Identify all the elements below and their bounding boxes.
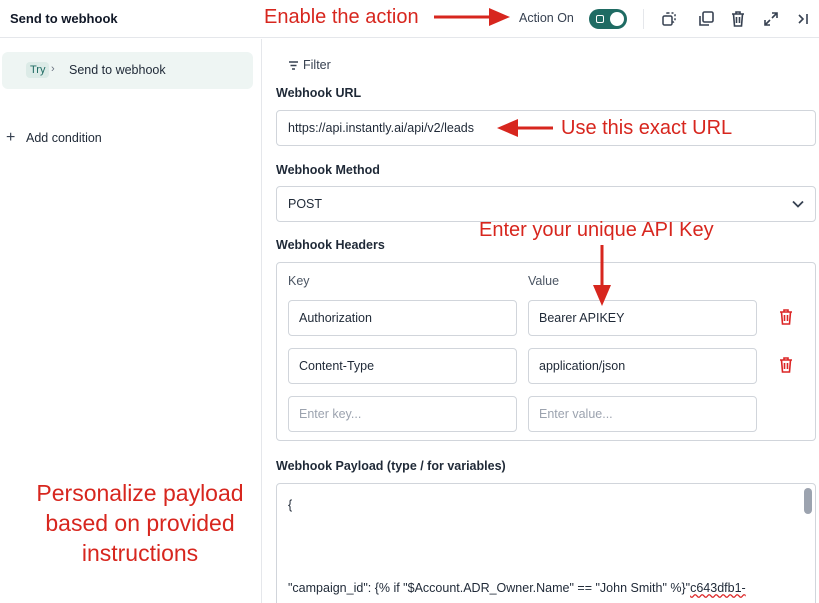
key-column-header: Key <box>288 274 310 288</box>
header-key-input[interactable]: Content-Type <box>288 348 517 384</box>
header-key-value: Authorization <box>299 311 372 325</box>
new-header-value-input[interactable]: Enter value... <box>528 396 757 432</box>
header-divider <box>643 9 644 29</box>
webhook-url-value: https://api.instantly.ai/api/v2/leads <box>288 121 474 135</box>
header-value-value: Bearer APIKEY <box>539 311 625 325</box>
plus-icon: + <box>6 129 16 146</box>
panel-title: Send to webhook <box>10 11 118 26</box>
chevron-right-icon: › <box>51 63 55 75</box>
key-placeholder: Enter key... <box>299 407 362 421</box>
header-value-value: application/json <box>539 359 626 373</box>
action-toggle[interactable] <box>589 9 627 29</box>
action-on-label: Action On <box>519 11 574 25</box>
collapse-panel-icon[interactable] <box>792 8 814 30</box>
annotation-api-key: Enter your unique API Key <box>479 219 714 241</box>
add-condition-label: Add condition <box>26 131 102 145</box>
header-value-input[interactable]: Bearer APIKEY <box>528 300 757 336</box>
sidebar-item-label: Send to webhook <box>69 63 166 77</box>
trash-icon[interactable] <box>727 8 749 30</box>
value-column-header: Value <box>528 274 560 288</box>
expand-icon[interactable] <box>760 8 782 30</box>
webhook-method-value: POST <box>288 197 323 211</box>
webhook-url-label: Webhook URL <box>276 86 362 100</box>
webhook-method-select[interactable]: POST <box>276 186 816 222</box>
try-badge: Try <box>26 62 50 78</box>
payload-line: { <box>288 498 293 512</box>
delete-header-trash-icon[interactable] <box>778 308 796 326</box>
sidebar-item-send-to-webhook[interactable]: Try › Send to webhook <box>2 52 253 89</box>
webhook-payload-label: Webhook Payload (type / for variables) <box>276 459 506 473</box>
payload-campaign-id: c643dfb1- <box>690 581 746 595</box>
filter-button[interactable]: Filter <box>288 58 331 72</box>
payload-text: "campaign_id": {% if "$Account.ADR_Owner… <box>288 581 691 595</box>
webhook-method-label: Webhook Method <box>276 163 380 177</box>
delete-header-trash-icon[interactable] <box>778 356 796 374</box>
new-header-key-input[interactable]: Enter key... <box>288 396 517 432</box>
header-value-input[interactable]: application/json <box>528 348 757 384</box>
chevron-down-icon <box>792 200 804 208</box>
filter-label: Filter <box>303 58 331 72</box>
webhook-url-input[interactable]: https://api.instantly.ai/api/v2/leads <box>276 110 816 146</box>
annotation-personalize-payload: Personalize payload based on provided in… <box>36 480 244 566</box>
duplicate-icon[interactable] <box>695 8 717 30</box>
webhook-headers-label: Webhook Headers <box>276 238 385 252</box>
toggle-mark-icon <box>596 15 604 23</box>
value-placeholder: Enter value... <box>539 407 613 421</box>
toggle-knob <box>610 12 624 26</box>
annotation-enable-action: Enable the action <box>264 6 419 28</box>
copy-icon[interactable] <box>658 8 680 30</box>
header-key-value: Content-Type <box>299 359 375 373</box>
webhook-payload-editor[interactable]: { "campaign_id": {% if "$Account.ADR_Own… <box>276 483 816 603</box>
annotation-exact-url: Use this exact URL <box>561 117 733 139</box>
payload-line: "campaign_id": {% if "$Account.ADR_Owner… <box>288 581 746 595</box>
payload-scrollbar[interactable] <box>804 488 812 514</box>
webhook-headers-table: Key Value Authorization Bearer APIKEY Co… <box>276 262 816 441</box>
header-key-input[interactable]: Authorization <box>288 300 517 336</box>
filter-icon <box>289 60 298 70</box>
add-condition-button[interactable]: + Add condition <box>6 129 102 147</box>
